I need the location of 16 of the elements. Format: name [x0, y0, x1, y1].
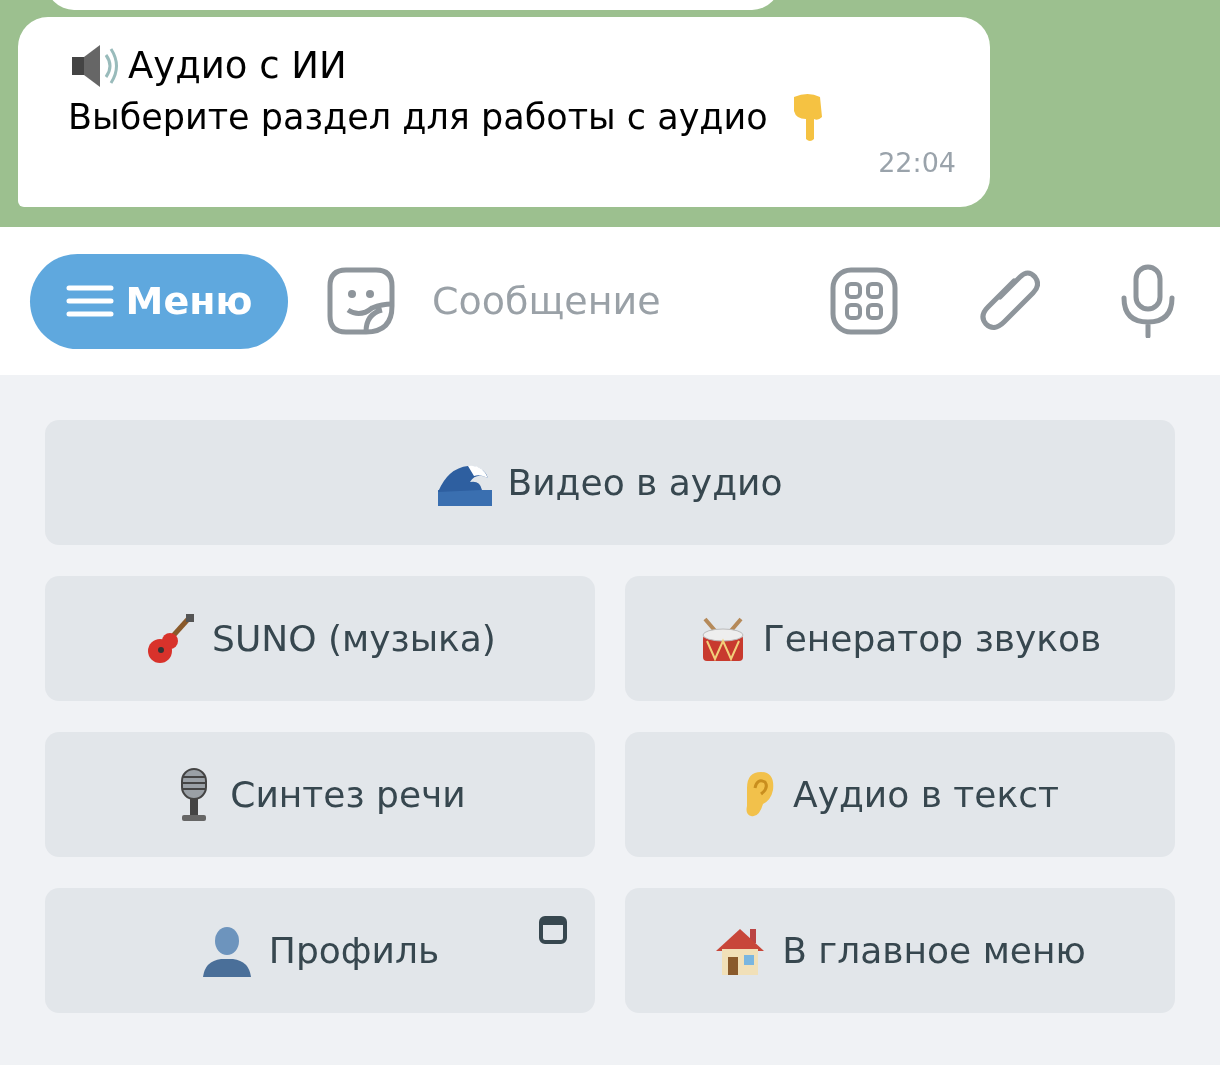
sticker-icon[interactable]	[326, 266, 396, 336]
message-time: 22:04	[878, 146, 956, 180]
keyboard-button[interactable]: Синтез речи	[45, 732, 595, 857]
apps-icon[interactable]	[830, 267, 898, 335]
message-text: Выберите раздел для работы с аудио	[68, 96, 768, 139]
microphone-icon[interactable]	[1120, 264, 1176, 338]
keyboard-button[interactable]: Профиль	[45, 888, 595, 1013]
keyboard-button[interactable]: Видео в аудио	[45, 420, 1175, 545]
keyboard-button[interactable]: В главное меню	[625, 888, 1175, 1013]
menu-icon	[65, 284, 114, 318]
message-field[interactable]: Сообщение	[432, 272, 792, 330]
keyboard-button[interactable]: SUNO (музыка)	[45, 576, 595, 701]
person-icon	[200, 924, 253, 977]
keyboard-button[interactable]: Аудио в текст	[625, 732, 1175, 857]
keyboard-button[interactable]: Генератор звуков	[625, 576, 1175, 701]
message-title: Аудио с ИИ	[128, 43, 347, 89]
